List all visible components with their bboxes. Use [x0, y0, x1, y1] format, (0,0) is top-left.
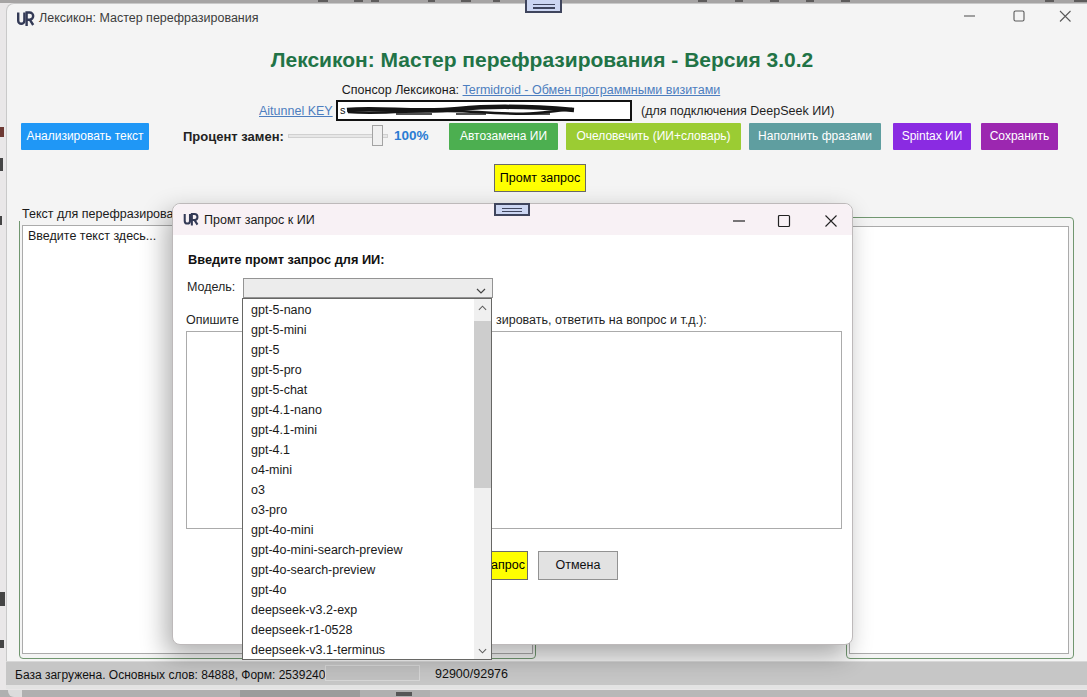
window-title: Лексикон: Мастер перефразирования	[39, 11, 259, 25]
background-window-left-edge	[0, 127, 4, 137]
model-combobox[interactable]	[243, 278, 493, 298]
api-key-input[interactable]: s	[336, 100, 632, 121]
analyze-text-button[interactable]: Анализировать текст	[21, 123, 149, 150]
background-window-left-edge	[0, 158, 3, 171]
model-dropdown-list: gpt-5-nanogpt-5-minigpt-5gpt-5-progpt-5-…	[242, 298, 492, 660]
app-logo-icon	[15, 9, 35, 29]
humanize-button[interactable]: Очеловечить (ИИ+словарь)	[566, 123, 741, 150]
main-window-grip[interactable]	[525, 0, 562, 13]
sponsor-link[interactable]: Termidroid - Обмен программными визитами	[463, 83, 721, 97]
model-option[interactable]: deepseek-v3.2-exp	[243, 600, 473, 620]
spintax-button[interactable]: Spintax ИИ	[893, 123, 971, 150]
model-option[interactable]: o4-mini	[243, 460, 473, 480]
status-progress-bar	[325, 665, 420, 681]
background-window-bottom-edge	[0, 690, 1087, 697]
model-option[interactable]: gpt-4o-mini	[243, 520, 473, 540]
describe-label-right: зировать, ответить на вопрос и т.д.):	[496, 313, 707, 327]
dropdown-scrollbar[interactable]	[474, 299, 491, 659]
model-option[interactable]: gpt-4o	[243, 580, 473, 600]
cancel-button[interactable]: Отмена	[538, 551, 618, 580]
save-button[interactable]: Сохранить	[981, 123, 1058, 150]
scrollbar-thumb[interactable]	[474, 321, 491, 488]
sponsor-line: Спонсор Лексикона: Termidroid - Обмен пр…	[0, 83, 1072, 97]
model-option[interactable]: deepseek-r1-0528	[243, 620, 473, 640]
close-button[interactable]	[1058, 9, 1072, 23]
dialog-minimize-button[interactable]	[732, 214, 746, 228]
auto-replace-button[interactable]: Автозамена ИИ	[449, 123, 558, 150]
percent-value: 100%	[394, 128, 429, 143]
model-option[interactable]: gpt-5	[243, 340, 473, 360]
dialog-grip[interactable]	[494, 203, 530, 216]
status-text: База загружена. Основных слов: 84888, Фо…	[15, 668, 325, 682]
dialog-close-button[interactable]	[824, 214, 838, 228]
model-option[interactable]: gpt-5-pro	[243, 360, 473, 380]
model-label: Модель:	[187, 280, 235, 294]
status-bar: База загружена. Основных слов: 84888, Фо…	[6, 661, 1087, 688]
scroll-up-icon[interactable]	[474, 299, 491, 316]
dialog-title: Промт запрос к ИИ	[204, 213, 315, 227]
dialog-intro-label: Введите промт запрос для ИИ:	[188, 252, 385, 267]
model-option[interactable]: gpt-4o-search-preview	[243, 560, 473, 580]
prompt-request-button[interactable]: Промт запрос	[494, 164, 586, 192]
model-option[interactable]: gpt-5-chat	[243, 380, 473, 400]
percent-slider-thumb[interactable]	[372, 125, 383, 146]
combobox-chevron-icon	[476, 287, 486, 295]
background-window-left-edge	[0, 640, 4, 648]
fill-phrases-button[interactable]: Наполнить фразами	[749, 123, 881, 150]
main-window-bottom-edge	[6, 685, 1087, 689]
model-option[interactable]: gpt-4o-mini-search-preview	[243, 540, 473, 560]
describe-label-left: Опишите ч	[186, 313, 244, 327]
sponsor-prefix: Спонсор Лексикона:	[342, 83, 463, 97]
page-heading: Лексикон: Мастер перефразирования - Верс…	[1, 48, 1083, 72]
masked-key-scribble: s	[338, 102, 630, 119]
aitunnel-key-link[interactable]: Aitunnel KEY	[259, 104, 333, 118]
dialog-maximize-button[interactable]	[777, 214, 791, 228]
model-option[interactable]: deepseek-v3.1-terminus	[243, 640, 473, 660]
minimize-button[interactable]	[963, 9, 977, 23]
background-window-left-edge	[0, 216, 2, 225]
model-option[interactable]: gpt-4.1-mini	[243, 420, 473, 440]
svg-text:s: s	[340, 104, 346, 116]
maximize-button[interactable]	[1012, 9, 1026, 23]
dialog-logo-icon	[182, 211, 199, 228]
model-option[interactable]: o3	[243, 480, 473, 500]
status-counter: 92900/92976	[435, 667, 508, 681]
model-options: gpt-5-nanogpt-5-minigpt-5gpt-5-progpt-5-…	[243, 300, 473, 660]
key-note: (для подключения DeepSeek ИИ)	[641, 104, 834, 118]
background-window-left-edge	[0, 592, 5, 606]
percent-label: Процент замен:	[183, 129, 284, 144]
result-text-area[interactable]	[849, 226, 1069, 654]
model-option[interactable]: gpt-4.1	[243, 440, 473, 460]
model-option[interactable]: o3-pro	[243, 500, 473, 520]
model-option[interactable]: gpt-5-mini	[243, 320, 473, 340]
model-option[interactable]: gpt-5-nano	[243, 300, 473, 320]
scroll-down-icon[interactable]	[474, 642, 491, 659]
model-option[interactable]: gpt-4.1-nano	[243, 400, 473, 420]
